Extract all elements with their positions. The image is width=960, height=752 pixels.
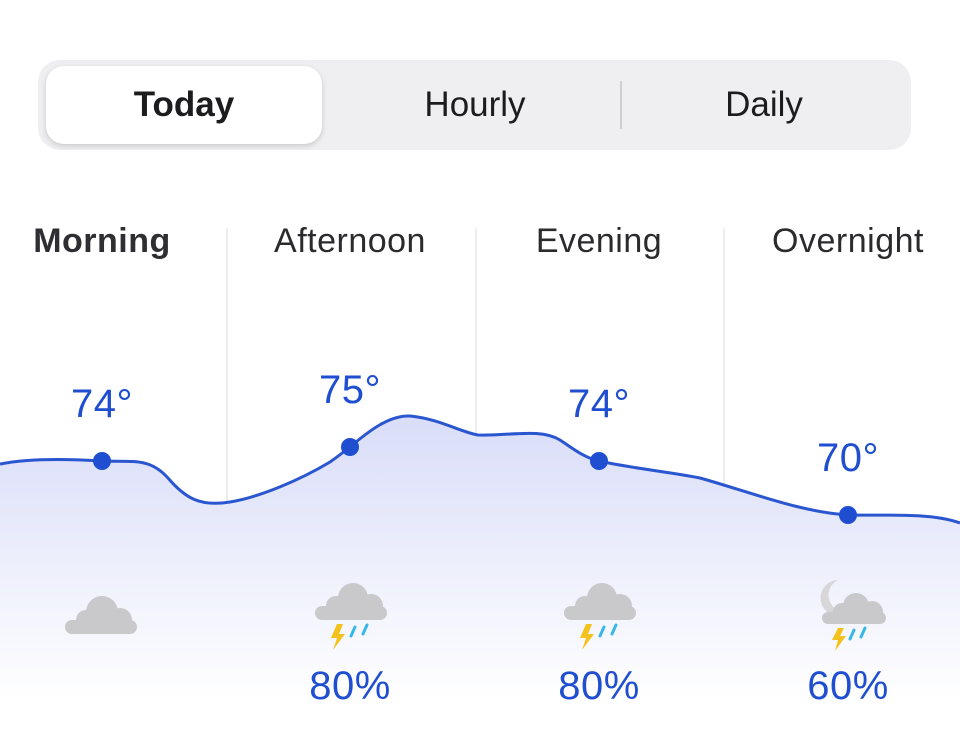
thunderstorm-icon (564, 583, 636, 650)
temp-point-evening (590, 452, 608, 470)
temp-morning: 74° (71, 382, 133, 426)
temp-overnight: 70° (817, 436, 879, 480)
temp-point-morning (93, 452, 111, 470)
precip-afternoon: 80% (309, 664, 391, 708)
temp-point-overnight (839, 506, 857, 524)
temp-evening: 74° (568, 382, 630, 426)
precip-evening: 80% (558, 664, 640, 708)
temp-afternoon: 75° (319, 368, 381, 412)
night-thunderstorm-icon (820, 580, 886, 651)
temp-point-afternoon (341, 438, 359, 456)
precip-overnight: 60% (807, 664, 889, 708)
thunderstorm-icon (315, 583, 387, 650)
cloudy-icon (65, 596, 137, 634)
